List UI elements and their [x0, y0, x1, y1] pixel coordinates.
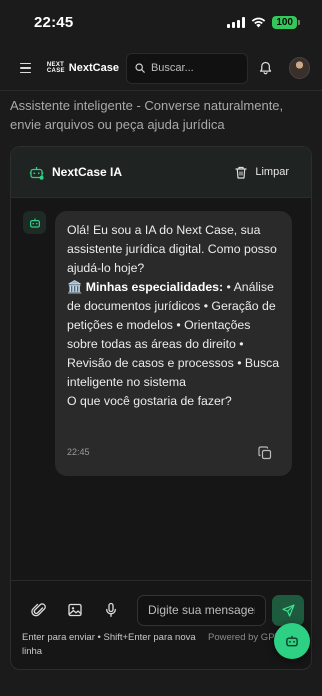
message-input[interactable]: [137, 594, 266, 626]
cellular-signal-icon: [227, 16, 246, 28]
send-button[interactable]: [272, 594, 304, 626]
battery-level: 100: [272, 15, 297, 29]
composer: [11, 590, 311, 630]
chat-title: NextCase IA: [52, 165, 123, 179]
landmark-emoji-icon: 🏛️: [67, 280, 83, 294]
copy-icon[interactable]: [258, 446, 272, 460]
robot-icon: [286, 635, 298, 647]
clear-chat-label: Limpar: [255, 166, 289, 178]
chat-header: NextCase IA Limpar: [11, 147, 311, 198]
menu-icon[interactable]: [20, 58, 39, 78]
brand-logo[interactable]: NEXT CASE NextCase: [47, 62, 119, 74]
message-timestamp: 22:45: [67, 447, 90, 457]
wifi-icon: [252, 17, 266, 27]
logo-mark: NEXT CASE: [46, 62, 65, 74]
header-divider: [0, 90, 322, 91]
robot-icon: [29, 218, 40, 228]
status-indicators: 100: [227, 15, 300, 29]
battery-cap: [298, 19, 300, 25]
message-specialties: 🏛️ Minhas especialidades: • Análise de d…: [67, 278, 280, 392]
image-icon[interactable]: [67, 602, 83, 618]
assistant-fab-button[interactable]: [274, 623, 310, 659]
composer-divider: [11, 580, 311, 581]
microphone-icon[interactable]: [103, 602, 119, 618]
assistant-message: Olá! Eu sou a IA do Next Case, sua assis…: [55, 211, 292, 476]
message-greeting: Olá! Eu sou a IA do Next Case, sua assis…: [67, 223, 277, 275]
send-icon: [281, 603, 295, 617]
search-box[interactable]: [125, 52, 248, 84]
specialties-title: Minhas especialidades:: [85, 280, 224, 294]
clear-chat-button[interactable]: Limpar: [235, 166, 289, 179]
intro-text: Assistente inteligente - Converse natura…: [10, 98, 284, 132]
trash-icon: [235, 166, 247, 179]
search-input[interactable]: [150, 62, 239, 74]
search-icon: [135, 63, 145, 73]
user-avatar[interactable]: [289, 57, 310, 79]
paperclip-icon[interactable]: [31, 602, 47, 618]
composer-hint: Enter para enviar • Shift+Enter para nov…: [22, 632, 196, 657]
status-bar: 22:45 100: [0, 0, 322, 44]
status-time: 22:45: [34, 13, 74, 31]
message-text: Olá! Eu sou a IA do Next Case, sua assis…: [67, 221, 280, 411]
bell-icon[interactable]: [258, 60, 273, 76]
bot-avatar: [23, 211, 46, 234]
chat-card: NextCase IA Limpar Olá! Eu sou a IA do N…: [10, 146, 312, 670]
message-question: O que você gostaria de fazer?: [67, 394, 232, 408]
robot-icon: [29, 166, 44, 180]
brand-name: NextCase: [68, 62, 119, 74]
chat-header-title-group: NextCase IA: [29, 165, 122, 180]
app-header: NEXT CASE NextCase: [0, 48, 322, 88]
specialties-list: • Análise de documentos jurídicos • Gera…: [67, 280, 280, 389]
